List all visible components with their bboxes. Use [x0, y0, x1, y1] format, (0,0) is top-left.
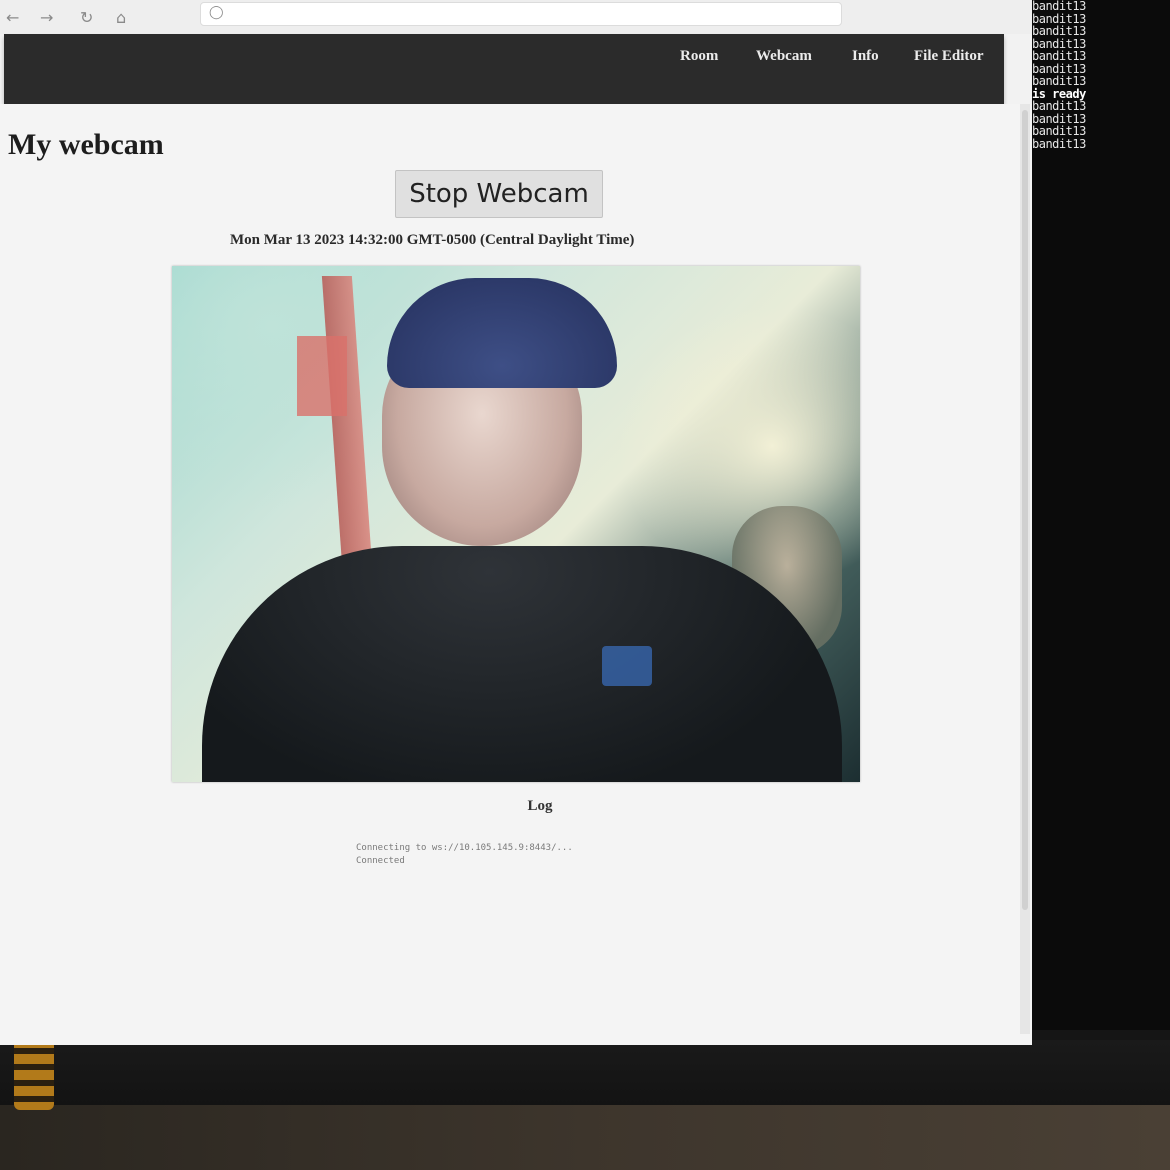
site-navbar: Room Webcam Info File Editor — [4, 34, 1004, 104]
desk-surface — [0, 1105, 1170, 1170]
log-line: Connecting to ws://10.105.145.9:8443/... — [356, 843, 573, 853]
video-person-body — [202, 546, 842, 782]
log-line: Connected — [356, 856, 405, 866]
nav-item-file-editor[interactable]: File Editor — [914, 48, 984, 65]
page-content: My webcam Stop Webcam Mon Mar 13 2023 14… — [0, 104, 1032, 1045]
stop-webcam-button[interactable]: Stop Webcam — [395, 170, 603, 218]
timestamp: Mon Mar 13 2023 14:32:00 GMT-0500 (Centr… — [230, 232, 635, 248]
nav-item-webcam[interactable]: Webcam — [756, 48, 812, 65]
home-icon[interactable]: ⌂ — [116, 8, 126, 27]
video-flag — [297, 336, 347, 416]
browser-toolbar: ← → ↻ ⌂ ◯ — [0, 0, 1032, 34]
terminal-line: bandit13 — [1032, 99, 1086, 113]
terminal-line: bandit13 — [1032, 74, 1086, 88]
video-shirt-logo — [602, 646, 652, 686]
nav-item-room[interactable]: Room — [680, 48, 718, 65]
nav-item-info[interactable]: Info — [852, 48, 879, 65]
page-title: My webcam — [8, 128, 164, 161]
terminal-line: bandit13 — [1032, 24, 1086, 38]
webcam-video — [172, 266, 860, 782]
forward-icon[interactable]: → — [40, 8, 53, 27]
terminal-line: bandit13 — [1032, 49, 1086, 63]
terminal-line: bandit13 — [1032, 136, 1086, 151]
reload-icon[interactable]: ↻ — [80, 8, 93, 27]
browser-window: ← → ↻ ⌂ ◯ Room Webcam Info File Editor M… — [0, 0, 1032, 1045]
log-heading: Log — [527, 798, 553, 814]
terminal-window: bandit13 bandit13 bandit13 bandit13 band… — [1032, 0, 1170, 1030]
back-icon[interactable]: ← — [6, 8, 19, 27]
scrollbar-thumb[interactable] — [1022, 110, 1028, 910]
shield-icon: ◯ — [209, 5, 224, 20]
terminal-line: bandit13 — [1032, 124, 1086, 138]
address-bar[interactable]: ◯ — [200, 2, 842, 26]
page-scrollbar[interactable] — [1020, 104, 1030, 1034]
log-output: Connecting to ws://10.105.145.9:8443/...… — [356, 842, 756, 868]
terminal-line: bandit13 — [1032, 0, 1086, 13]
